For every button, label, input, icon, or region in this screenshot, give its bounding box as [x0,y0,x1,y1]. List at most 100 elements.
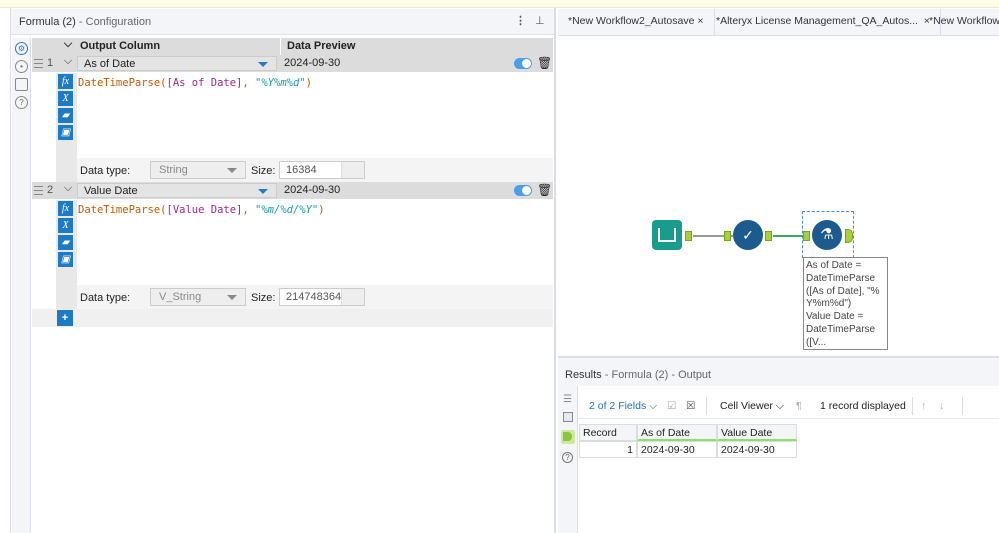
row-number: 2 [47,184,54,196]
cell-as-of-date[interactable]: 2024-09-30 [637,441,717,458]
tool-annotation: As of Date = DateTimeParse ([As of Date]… [803,257,888,350]
output-anchor[interactable] [765,231,772,241]
variable-icon[interactable]: X [58,91,73,106]
function-icon[interactable]: fx [58,74,73,89]
drag-handle-icon[interactable] [34,186,43,195]
workflow-canvas[interactable]: ✓ ⚗ [558,36,999,354]
save-icon[interactable]: ▣ [58,125,73,140]
size-label: Size: [251,165,276,177]
divider [962,397,963,415]
annotation-line: ([As of Date], "% [806,285,880,297]
trash-icon[interactable]: 🗑 [537,56,552,70]
tag-icon[interactable] [15,78,28,91]
data-preview: 2024-09-30 [284,57,341,69]
header-data-preview: Data Preview [280,38,552,55]
dropdown-arrow-icon [258,62,268,67]
config-subtitle: - Configuration [78,16,152,28]
help-icon[interactable]: ? [15,96,28,109]
output-column-select[interactable]: As of Date [77,56,277,71]
grid-header: ⌵ Output Column Data Preview [32,38,553,55]
enable-toggle[interactable] [514,185,532,196]
workflow-tabs: *New Workflow2_Autosave × *Alteryx Licen… [558,9,999,36]
notification-strip [0,0,999,8]
results-toolbar: 2 of 2 Fields ⌵ ☑ ☒ Cell Viewer ⌵ ¶ 1 re… [579,393,999,419]
output-column-select[interactable]: Value Date [77,183,277,198]
formula-row: 1 ⌵ As of Date 2024-09-30 🗑 [32,55,553,72]
table-icon[interactable] [563,412,573,422]
pilcrow-icon[interactable]: ¶ [796,400,802,412]
clear-icon[interactable]: ☒ [686,400,695,412]
add-formula-button[interactable]: + [57,310,73,326]
output-anchor[interactable] [845,229,853,243]
config-title: Formula (2) [19,16,76,28]
expression-tools: fx X ▰ ▣ [56,73,77,182]
record-count: 1 record displayed [820,400,906,412]
expression-editor[interactable]: fx X ▰ ▣ DateTimeParse([As of Date], "%Y… [56,73,553,182]
arrow-down-icon[interactable]: ↓ [939,400,944,412]
results-title: Results [565,369,602,381]
tab-workflow-autosave[interactable]: *New Workflow2_Autosave × [558,9,715,35]
connection-icon[interactable]: • [15,60,28,73]
data-type-select[interactable]: String [150,161,246,179]
cell-value-date[interactable]: 2024-09-30 [717,441,797,458]
annotation-line: Y%m%d") [806,298,852,310]
tab-new-workflow2[interactable]: *New Workflow2 [919,9,999,35]
output-anchor[interactable] [685,231,692,241]
header-as-of-date[interactable]: As of Date [637,424,717,441]
row-number: 1 [47,57,54,69]
expression-text[interactable]: DateTimeParse([As of Date], "%Y%m%d") [78,77,312,89]
cell-record[interactable]: 1 [579,441,637,458]
results-header: Results - Formula (2) - Output [558,356,999,386]
gear-icon[interactable]: ⚙ [15,42,28,55]
fields-dropdown[interactable]: 2 of 2 Fields ⌵ [589,400,657,413]
input-anchor[interactable] [724,231,731,241]
config-icon-strip: ⚙ • ? [12,38,31,533]
trash-icon[interactable]: 🗑 [537,183,552,197]
tab-label: *New Workflow2 [929,15,999,27]
enable-toggle[interactable] [514,58,532,69]
output-anchor-icon[interactable] [561,430,575,444]
open-folder-icon[interactable]: ▰ [58,235,73,250]
close-icon[interactable]: × [697,15,703,27]
size-input[interactable]: 2147483647 [279,288,365,306]
size-input[interactable]: 16384 [279,161,365,179]
header-output-column: Output Column [80,40,161,52]
data-type-row: Data type: V_String Size: 2147483647 [77,285,553,309]
data-type-label: Data type: [80,165,131,177]
chevron-down-icon[interactable]: ⌵ [60,182,76,199]
expression-editor[interactable]: fx X ▰ ▣ DateTimeParse([Value Date], "%m… [56,200,553,309]
variable-icon[interactable]: X [58,218,73,233]
data-type-select[interactable]: V_String [150,288,246,306]
more-options-icon[interactable]: ⋮ [515,14,526,27]
save-icon[interactable]: ▣ [58,252,73,267]
annotation-line: DateTimeParse [806,272,876,284]
annotation-line: ([V... [806,336,827,348]
pin-icon[interactable]: ⊥ [535,14,545,27]
results-subtitle: - Formula (2) - Output [604,369,712,381]
annotation-line: As of Date = [806,260,862,271]
header-record[interactable]: Record [579,424,637,441]
formula-row: 2 ⌵ Value Date 2024-09-30 🗑 [32,182,553,199]
divider [706,397,707,415]
arrow-up-icon[interactable]: ↑ [921,400,926,412]
collapse-all-chevron-icon[interactable]: ⌵ [60,38,76,55]
annotation-line: Value Date = [806,311,864,323]
drag-handle-icon[interactable] [34,59,43,68]
expression-text[interactable]: DateTimeParse([Value Date], "%m/%d/%Y") [78,204,325,216]
input-tool-book-icon[interactable] [652,220,682,250]
help-icon[interactable]: ? [562,452,573,463]
chevron-down-icon[interactable]: ⌵ [60,55,76,72]
function-icon[interactable]: fx [58,201,73,216]
list-icon[interactable]: ☰ [563,394,572,405]
tab-label: *New Workflow2_Autosave [568,15,695,27]
data-type-label: Data type: [80,292,131,304]
select-tool-check-icon[interactable]: ✓ [733,220,763,250]
formula-tool-flask-icon[interactable]: ⚗ [812,220,842,250]
edit-icon[interactable]: ☑ [667,400,676,412]
tab-license-management[interactable]: *Alteryx License Management_QA_Autos... … [706,9,941,35]
config-header: Formula (2) - Configuration ⋮ ⊥ [11,9,554,35]
header-value-date[interactable]: Value Date [717,424,797,441]
connection-line [773,235,803,237]
open-folder-icon[interactable]: ▰ [58,108,73,123]
cell-viewer-dropdown[interactable]: Cell Viewer ⌵ [720,400,784,413]
